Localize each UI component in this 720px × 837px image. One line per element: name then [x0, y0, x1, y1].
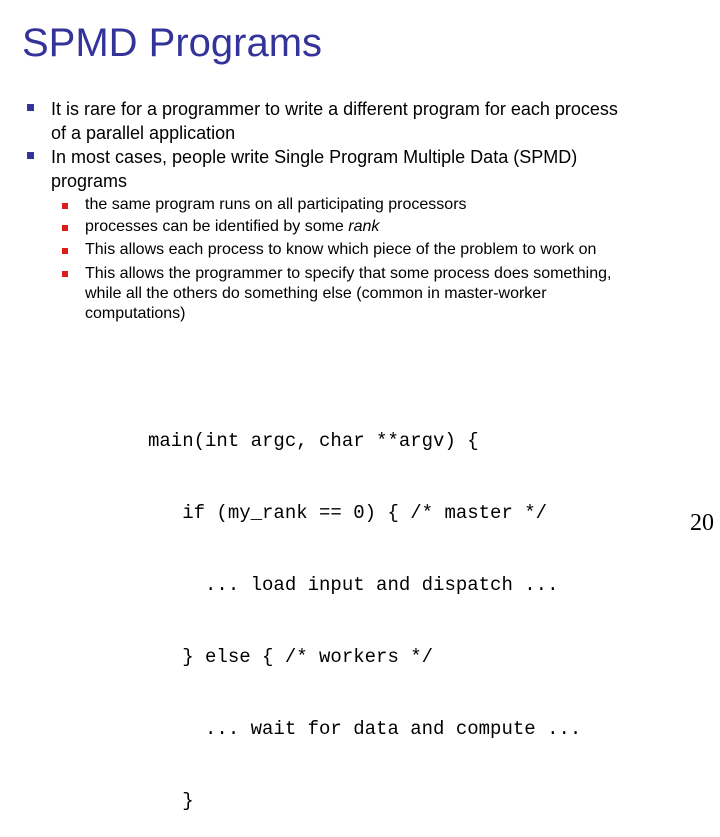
code-line: ... wait for data and compute ...	[148, 718, 582, 740]
code-line: } else { /* workers */	[148, 646, 434, 668]
bullet-line: programs	[51, 171, 128, 191]
bullet-square-icon	[27, 152, 34, 159]
sub-bullet-line: the same program runs on all participati…	[85, 196, 467, 213]
sub-bullet-line: This allows each process to know which p…	[85, 241, 597, 258]
sub-bullet-line: computations)	[85, 305, 186, 322]
sub-bullet-line: while all the others do something else (…	[85, 285, 547, 302]
sub-bullet-square-icon	[62, 225, 68, 231]
bullet-text: In most cases, people write Single Progr…	[51, 145, 701, 193]
bullet-line: of a parallel application	[51, 123, 236, 143]
sub-bullet-text: This allows the programmer to specify th…	[85, 264, 705, 324]
code-block: main(int argc, char **argv) { if (my_ran…	[148, 381, 581, 837]
bullet-line: It is rare for a programmer to write a d…	[51, 99, 618, 119]
code-line: main(int argc, char **argv) {	[148, 430, 479, 452]
sub-bullet-text-plain: processes can be identified by some	[85, 218, 349, 235]
sub-bullet-text: This allows each process to know which p…	[85, 240, 705, 260]
code-line: ... load input and dispatch ...	[148, 574, 559, 596]
sub-bullet-text: the same program runs on all participati…	[85, 195, 705, 215]
code-line: }	[148, 790, 194, 812]
sub-bullet-text: processes can be identified by some rank	[85, 217, 705, 237]
rank-term: rank	[348, 218, 380, 235]
sub-bullet-square-icon	[62, 248, 68, 254]
page-number: 20	[690, 510, 714, 536]
sub-bullet-square-icon	[62, 203, 68, 209]
bullet-square-icon	[27, 104, 34, 111]
bullet-text: It is rare for a programmer to write a d…	[51, 97, 701, 145]
bullet-line: In most cases, people write Single Progr…	[51, 147, 578, 167]
sub-bullet-line: This allows the programmer to specify th…	[85, 265, 612, 282]
code-line: if (my_rank == 0) { /* master */	[148, 502, 548, 524]
slide-title: SPMD Programs	[22, 21, 323, 65]
sub-bullet-line: processes can be identified by some rank	[85, 217, 705, 237]
sub-bullet-square-icon	[62, 271, 68, 277]
